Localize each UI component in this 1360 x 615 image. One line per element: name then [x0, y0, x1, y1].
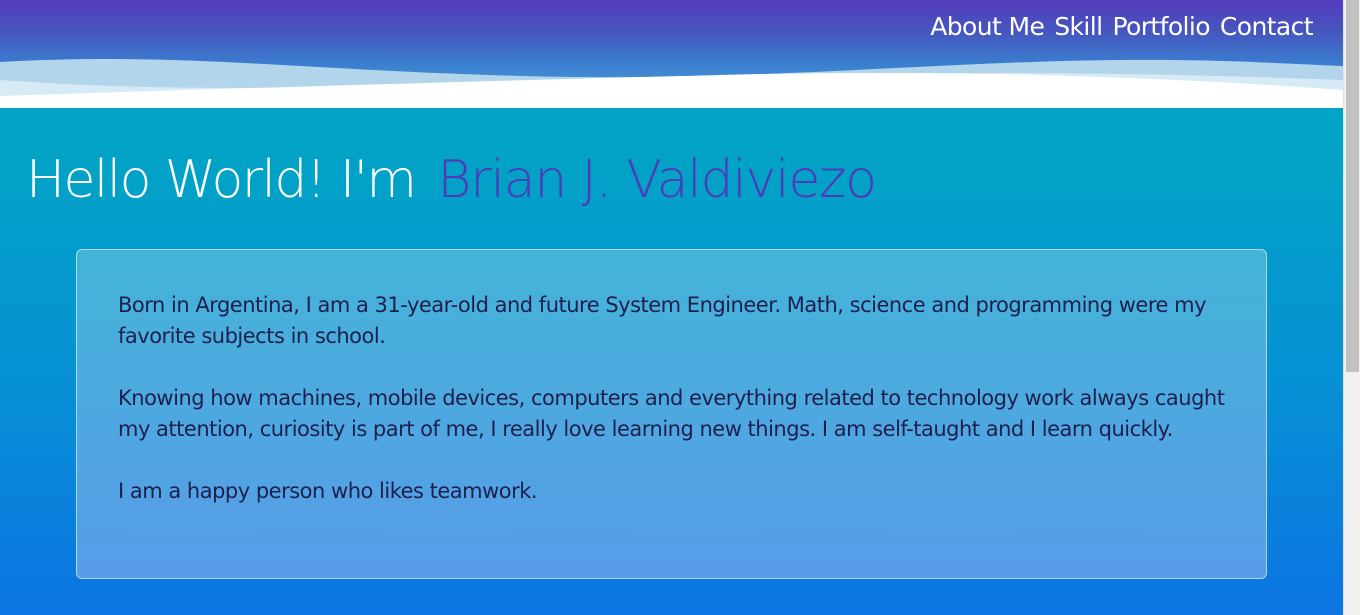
page-viewport: About Me Skill Portfolio Contact Hello W…: [0, 0, 1343, 615]
nav-link-contact[interactable]: Contact: [1220, 12, 1314, 41]
nav-link-skill[interactable]: Skill: [1054, 12, 1103, 41]
hero-name: Brian J. Valdiviezo: [437, 150, 877, 210]
site-header: About Me Skill Portfolio Contact: [0, 0, 1343, 108]
nav-link-about-me[interactable]: About Me: [930, 12, 1045, 41]
about-paragraph-curiosity: Knowing how machines, mobile devices, co…: [118, 386, 1225, 441]
about-paragraph-teamwork: I am a happy person who likes teamwork.: [118, 479, 538, 503]
scrollbar-thumb[interactable]: [1346, 0, 1359, 372]
main-nav: About Me Skill Portfolio Contact: [930, 12, 1313, 41]
about-paragraph-origin: Born in Argentina, I am a 31-year-old an…: [118, 293, 1207, 348]
vertical-scrollbar[interactable]: [1343, 0, 1360, 615]
about-card: Born in Argentina, I am a 31-year-old an…: [76, 249, 1267, 579]
nav-link-portfolio[interactable]: Portfolio: [1112, 12, 1210, 41]
hero-heading: Hello World! I'm Brian J. Valdiviezo: [26, 150, 877, 210]
hero-greeting: Hello World! I'm: [26, 150, 417, 210]
